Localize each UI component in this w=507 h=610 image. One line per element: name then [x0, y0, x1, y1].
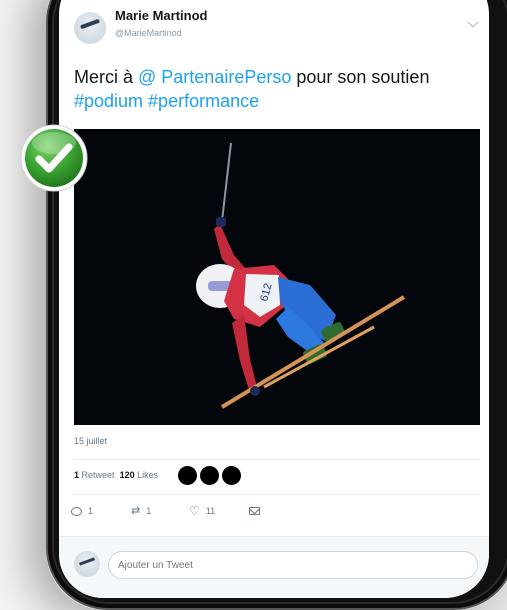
- tweet-date[interactable]: 15 juillet: [74, 436, 107, 446]
- tweet-stats: 1 Retweet 120 Likes: [74, 470, 158, 480]
- tweet-text: Merci à @ PartenairePerso pour son souti…: [74, 65, 489, 113]
- tweet-actions: 1 ⇄ 1 ♡ 11: [71, 503, 331, 521]
- liker-avatar[interactable]: [222, 466, 241, 485]
- green-check-icon: [19, 123, 89, 193]
- retweets-label[interactable]: Retweet: [82, 470, 115, 480]
- tweet-text-prefix: Merci à: [74, 67, 139, 87]
- hashtags-link[interactable]: #podium #performance: [74, 91, 259, 111]
- dm-button[interactable]: [249, 503, 260, 519]
- separator: [74, 459, 480, 460]
- retweets-count[interactable]: 1: [74, 470, 79, 480]
- like-action-count: 11: [205, 506, 216, 516]
- chevron-down-icon[interactable]: [467, 16, 479, 28]
- tweet-header: Marie Martinod @MarieMartinod: [59, 0, 489, 50]
- tweet-text-mid: pour son soutien: [291, 67, 430, 87]
- author-name[interactable]: Marie Martinod: [115, 8, 207, 23]
- envelope-icon: [249, 507, 260, 515]
- separator: [74, 494, 480, 495]
- likes-label[interactable]: Likes: [137, 470, 158, 480]
- reply-count: 1: [88, 506, 94, 516]
- tweet-photo[interactable]: 612: [74, 129, 480, 425]
- heart-icon: ♡: [189, 504, 200, 518]
- reply-input[interactable]: [108, 551, 478, 579]
- like-button[interactable]: ♡ 11: [189, 503, 215, 519]
- liker-avatar[interactable]: [178, 466, 197, 485]
- phone-screen: Marie Martinod @MarieMartinod Merci à @ …: [59, 0, 489, 598]
- retweet-icon: ⇄: [131, 504, 141, 517]
- retweet-button[interactable]: ⇄ 1: [131, 503, 151, 519]
- liker-avatar[interactable]: [200, 466, 219, 485]
- reply-icon: [71, 506, 82, 516]
- author-handle[interactable]: @MarieMartinod: [115, 28, 182, 38]
- mention-link[interactable]: @ PartenairePerso: [138, 67, 291, 87]
- retweet-action-count: 1: [146, 506, 152, 516]
- skier-illustration: 612: [74, 129, 480, 425]
- reply-button[interactable]: 1: [71, 503, 93, 519]
- reply-avatar: [74, 551, 100, 577]
- author-avatar[interactable]: [74, 12, 106, 44]
- liker-avatars[interactable]: [178, 466, 241, 485]
- avatar-figure: [79, 18, 101, 30]
- reply-bar: [59, 536, 489, 598]
- likes-count[interactable]: 120: [120, 470, 135, 480]
